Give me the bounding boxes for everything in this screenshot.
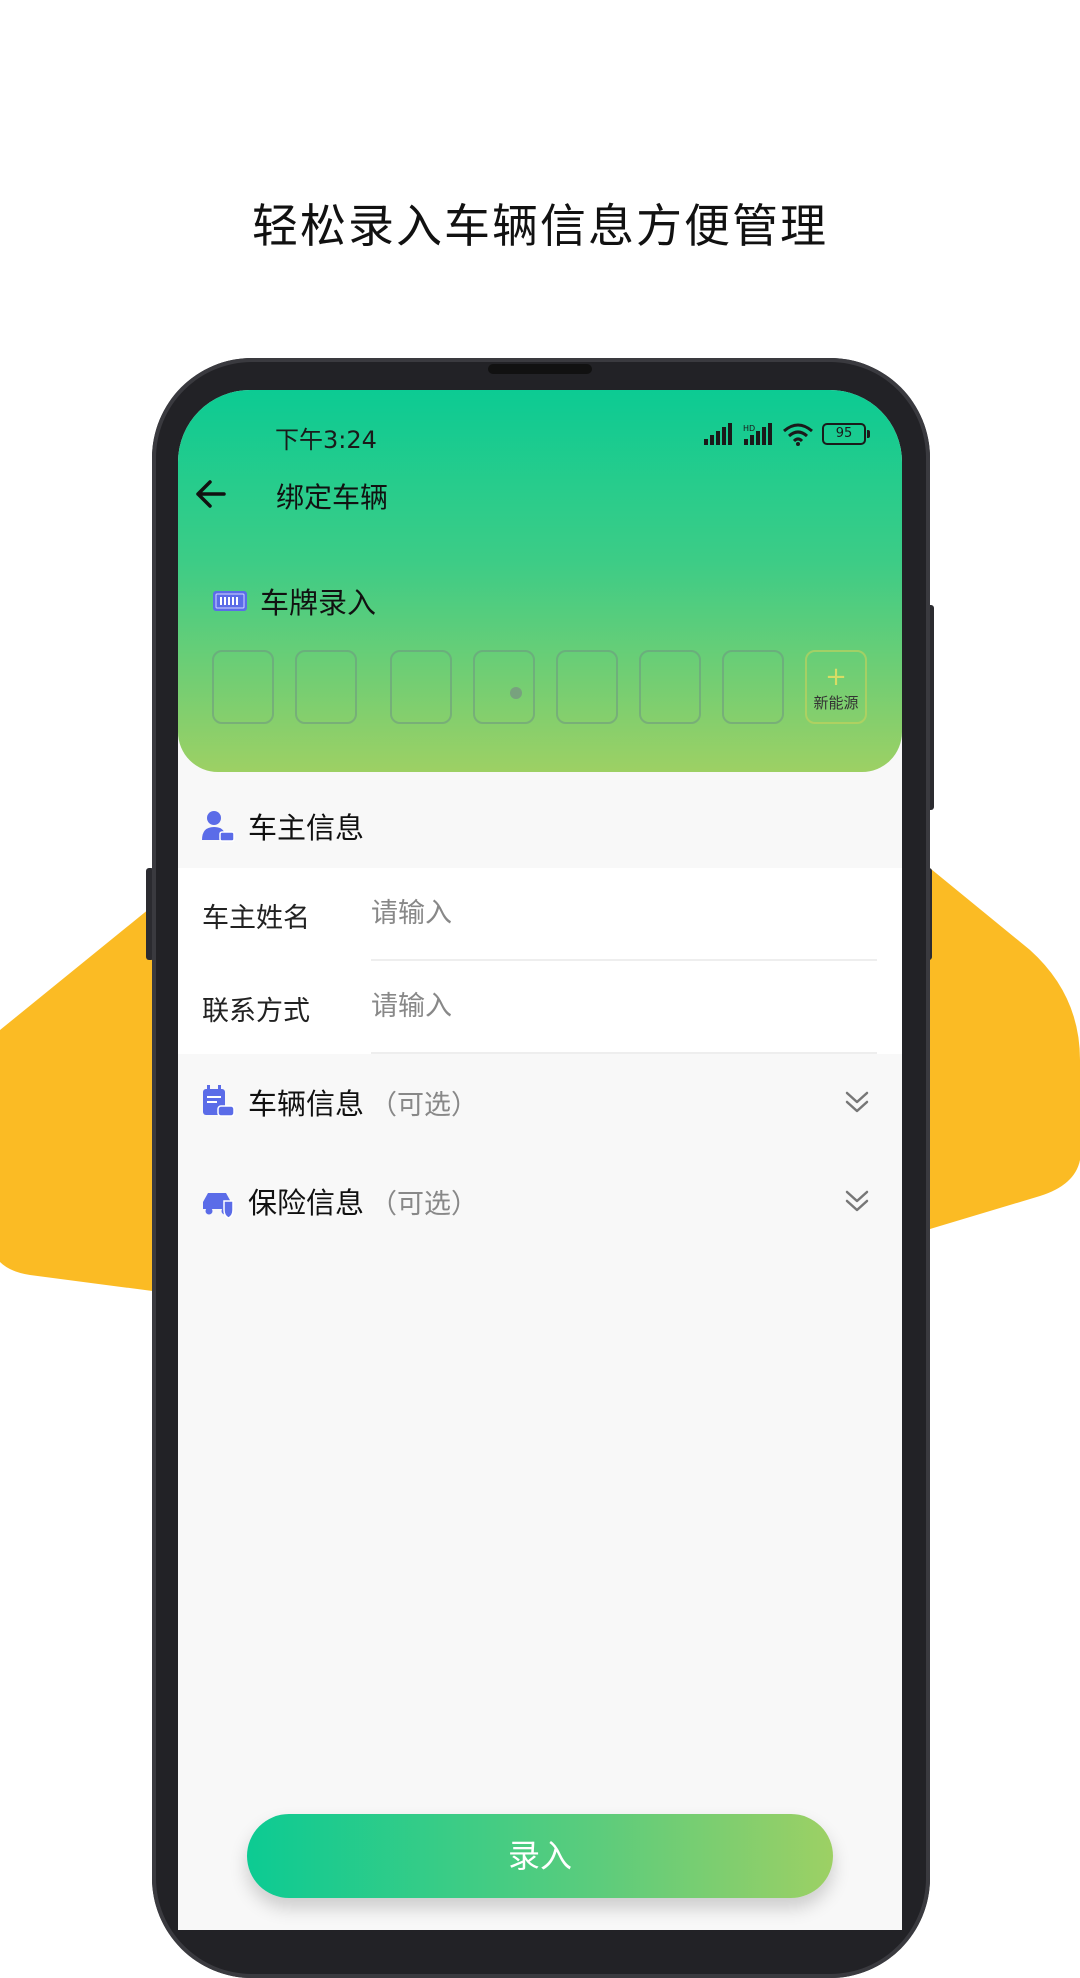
plate-char-box[interactable]	[639, 650, 701, 724]
owner-section-header: 车主信息	[178, 796, 902, 856]
plate-separator-dot	[510, 687, 522, 699]
contact-label: 联系方式	[202, 996, 310, 1027]
plate-char-box[interactable]	[473, 650, 535, 724]
phone-speaker	[488, 364, 592, 374]
owner-name-label: 车主姓名	[202, 903, 310, 934]
insurance-icon	[203, 1193, 234, 1219]
signal-icon	[704, 423, 732, 445]
plate-char-box[interactable]	[390, 650, 452, 724]
app-screen: 下午3:24 HD 95 绑定车辆 车牌录入 + 新能源 车主信息 车主姓名 请…	[178, 390, 902, 1930]
plate-title: 车牌录入	[260, 586, 377, 620]
owner-section-title: 车主信息	[248, 811, 365, 845]
plate-char-box[interactable]	[722, 650, 784, 724]
vehicle-info-icon	[203, 1085, 235, 1117]
vehicle-optional-label: （可选）	[370, 1089, 479, 1121]
new-energy-plate-box[interactable]: + 新能源	[805, 650, 867, 724]
wifi-icon	[783, 423, 813, 446]
status-icons: HD 95	[702, 422, 870, 446]
license-plate-icon	[213, 591, 247, 611]
vehicle-section-header[interactable]: 车辆信息 （可选）	[178, 1062, 902, 1142]
battery-icon: 95	[822, 423, 870, 445]
contact-input[interactable]	[371, 981, 871, 1031]
divider	[371, 1052, 877, 1054]
status-time: 下午3:24	[275, 426, 377, 454]
chevron-double-down-icon[interactable]	[842, 1186, 872, 1216]
new-energy-label: 新能源	[813, 694, 859, 712]
header-gradient: 下午3:24 HD 95 绑定车辆 车牌录入 + 新能源	[178, 390, 902, 772]
page-title: 绑定车辆	[276, 481, 389, 514]
back-arrow-icon[interactable]	[192, 476, 228, 512]
insurance-section-title: 保险信息	[248, 1186, 365, 1220]
owner-icon	[202, 811, 235, 842]
owner-name-row: 车主姓名	[178, 868, 902, 961]
insurance-optional-label: （可选）	[370, 1188, 479, 1220]
plate-section-title: 车牌录入	[212, 580, 376, 622]
submit-button[interactable]: 录入	[247, 1814, 833, 1898]
plate-char-box[interactable]	[556, 650, 618, 724]
insurance-section-header[interactable]: 保险信息 （可选）	[178, 1161, 902, 1241]
vehicle-section-title: 车辆信息	[248, 1087, 365, 1121]
contact-row: 联系方式	[178, 961, 902, 1054]
plate-char-box[interactable]	[212, 650, 274, 724]
hd-label: HD	[743, 424, 755, 433]
owner-name-input[interactable]	[371, 888, 871, 938]
chevron-double-down-icon[interactable]	[842, 1087, 872, 1117]
plus-icon: +	[825, 662, 847, 692]
owner-form: 车主姓名 联系方式	[178, 868, 902, 1054]
signal-hd-icon: HD	[743, 423, 772, 445]
plate-char-box[interactable]	[295, 650, 357, 724]
